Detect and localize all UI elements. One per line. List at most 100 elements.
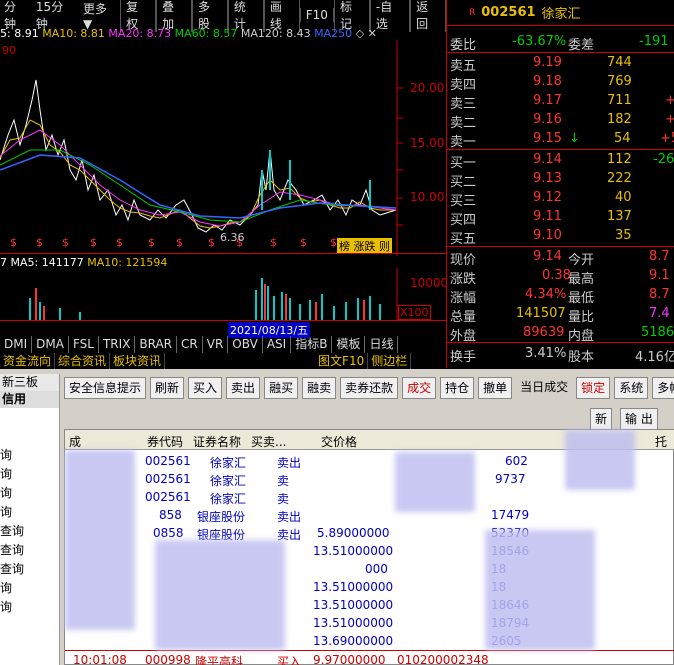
stat-value: 7.4 [649, 306, 670, 321]
stat-row: 外盘 89639 内盘 5186 [447, 323, 674, 344]
cell-side: 卖出 [277, 456, 302, 470]
tab-obv[interactable]: OBV [228, 336, 263, 353]
menu-item[interactable]: 查询 [0, 560, 59, 579]
system-button[interactable]: 系统 [614, 377, 649, 399]
col-entrust[interactable]: 托 [655, 433, 667, 450]
bid-row[interactable]: 买三 9.12 40 [447, 188, 674, 209]
table-row[interactable]: 858 银座股份 卖出 17479 [65, 506, 674, 524]
cell-code: 858 [159, 508, 182, 522]
tab-f10[interactable]: 图文F10 [315, 353, 369, 369]
cell-name: 隆平高科 [195, 655, 244, 665]
menu-item[interactable]: 询 [0, 446, 59, 465]
trade-toolbar: 安全信息提示 刷新 买入 卖出 融买 融卖 卖券还款 成交 持仓 撤单 当日成交… [64, 377, 674, 399]
ask-price: 9.15 [533, 131, 562, 146]
menu-header[interactable]: 新三板 [0, 374, 59, 391]
cell-entrust-no: 17479 [491, 508, 530, 522]
tab-fsl[interactable]: FSL [69, 336, 99, 353]
tab-daily[interactable]: 日线 [365, 336, 399, 353]
tab-trix[interactable]: TRIX [99, 336, 136, 353]
tab-cr[interactable]: CR [177, 336, 203, 353]
margin-buy-button[interactable]: 融买 [264, 377, 299, 399]
export-button[interactable]: 输 出 [620, 408, 658, 430]
table-row[interactable]: 002561 徐家汇 卖 [65, 488, 674, 506]
multi-account-button[interactable]: 多帐号 [652, 377, 674, 399]
tab-dma[interactable]: DMA [32, 336, 69, 353]
ask-row[interactable]: 卖二 9.16 182 + [447, 110, 674, 131]
ask-row[interactable]: 卖四 9.18 769 [447, 72, 674, 93]
tab-dmi[interactable]: DMI [0, 336, 33, 353]
sell-button[interactable]: 卖出 [226, 377, 261, 399]
sell-repay-button[interactable]: 卖券还款 [340, 377, 399, 399]
bid-row[interactable]: 买一 9.14 112 -26 [447, 150, 674, 171]
cell-name: 徐家汇 [210, 456, 247, 470]
privacy-blur [485, 530, 595, 650]
period-more[interactable]: 更多▼ [79, 0, 120, 31]
cancel-order-button[interactable]: 撤单 [478, 377, 513, 399]
svg-text:$: $ [148, 236, 155, 249]
cell-side: 卖 [277, 492, 290, 506]
bid-change: -26 [653, 152, 674, 167]
menu-item[interactable]: 询 [0, 484, 59, 503]
tab-asi[interactable]: ASI [263, 336, 292, 353]
ask-volume: 744 [607, 55, 632, 70]
ma120-label: MA120: 8.43 [240, 27, 311, 40]
position-button[interactable]: 持仓 [440, 377, 475, 399]
bid-row[interactable]: 买四 9.11 137 [447, 207, 674, 228]
ask-row[interactable]: 卖五 9.19 744 [447, 53, 674, 74]
menu-item[interactable]: 询 [0, 598, 59, 617]
quote-title: R 002561 徐家汇 [447, 0, 674, 26]
tab-sidebar[interactable]: 侧边栏 [368, 353, 412, 369]
bid-row[interactable]: 买二 9.13 222 [447, 169, 674, 190]
menu-item[interactable]: 询 [0, 465, 59, 484]
period-toolbar: 分钟 15分钟 更多▼ 复权 叠加 多股 统计 画线 F10 标记 -自选 返回 [0, 0, 447, 32]
period-more-label: 更多 [83, 1, 108, 16]
f10-button[interactable]: F10 [299, 8, 334, 22]
back-button[interactable]: 返回 [410, 0, 447, 32]
today-deals-label[interactable]: 当日成交 [516, 377, 572, 399]
refresh-button[interactable]: 刷新 [150, 377, 185, 399]
badge-icon[interactable]: 榜 涨跌 则 [337, 238, 392, 254]
cell-code: 002561 [145, 490, 191, 504]
margin-sell-button[interactable]: 融卖 [302, 377, 337, 399]
svg-text:$: $ [90, 236, 97, 249]
menu-item[interactable]: 询 [0, 503, 59, 522]
col-code[interactable]: 券代码 [147, 433, 183, 450]
col-price[interactable]: 交价格 [321, 433, 357, 450]
tab-sector-news[interactable]: 板块资讯 [110, 353, 166, 369]
weibi-row: 委比 -63.67% 委差 -191 [447, 32, 674, 53]
cell-price: 9.97000000 [313, 653, 386, 665]
tab-indicator-b[interactable]: 指标B [291, 336, 333, 353]
trading-app: 分钟 15分钟 更多▼ 复权 叠加 多股 统计 画线 F10 标记 -自选 返回… [0, 0, 674, 665]
table-row[interactable]: 10:01:08 000998 隆平高科 买入 9.97000000 01020… [65, 650, 674, 665]
cell-price: 13.51000000 [313, 616, 394, 630]
menu-item[interactable]: 查询 [0, 541, 59, 560]
col-time[interactable]: 成 [69, 433, 81, 450]
ask-row[interactable]: 卖一 9.15 ↓ 54 +5 [447, 129, 674, 150]
tab-capital-flow[interactable]: 资金流向 [0, 353, 56, 369]
menu-item[interactable]: 查询 [0, 522, 59, 541]
tab-template[interactable]: 模板 [332, 336, 366, 353]
col-side[interactable]: 买卖... [251, 433, 286, 450]
close-icon[interactable]: ✕ [368, 27, 377, 40]
lock-button[interactable]: 锁定 [576, 377, 611, 399]
diamond-icon[interactable]: ◇ [356, 27, 364, 40]
tab-brar[interactable]: BRAR [135, 336, 178, 353]
deals-button[interactable]: 成交 [402, 377, 437, 399]
weicha-label: 委差 [568, 38, 595, 53]
menu-credit[interactable]: 信用 [0, 391, 59, 408]
svg-text:$: $ [208, 236, 215, 249]
buy-button[interactable]: 买入 [188, 377, 223, 399]
trade-left-menu: 新三板 信用 询 询 询 询 查询 查询 查询 询 询 [0, 374, 60, 665]
privacy-blur [395, 452, 475, 512]
tab-vr[interactable]: VR [203, 336, 229, 353]
cell-name: 徐家汇 [210, 492, 247, 506]
kline-chart-panel[interactable]: 分钟 15分钟 更多▼ 复权 叠加 多股 统计 画线 F10 标记 -自选 返回… [0, 0, 448, 369]
tab-news[interactable]: 综合资讯 [55, 353, 111, 369]
refresh-small-button[interactable]: 新 [590, 408, 613, 430]
menu-item[interactable]: 询 [0, 579, 59, 598]
safety-info-button[interactable]: 安全信息提示 [64, 377, 147, 399]
ask-row[interactable]: 卖三 9.17 711 + [447, 91, 674, 112]
col-name[interactable]: 证券名称 [193, 433, 241, 450]
watchlist-label: 自选 [375, 0, 393, 31]
bid-row[interactable]: 买五 9.10 35 [447, 226, 674, 247]
